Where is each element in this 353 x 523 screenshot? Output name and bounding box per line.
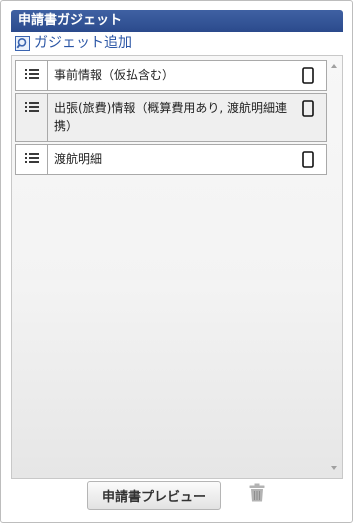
list-item-label: 事前情報（仮払含む） <box>54 68 175 82</box>
panel-header: 申請書ガジェット <box>11 10 343 32</box>
mobile-phone-icon <box>302 151 314 168</box>
list-item-label: 出張(旅費)情報（概算費用あり, 渡航明細連携） <box>54 101 287 133</box>
add-gadget-label: ガジェット追加 <box>34 35 132 51</box>
gadget-list: 事前情報（仮払含む） 出張(旅費)情報（概算費用あり, 渡航明細連携） 渡航明細 <box>15 60 327 177</box>
panel-title: 申請書ガジェット <box>18 13 123 28</box>
drag-handle-icon[interactable] <box>16 145 48 174</box>
list-item[interactable]: 出張(旅費)情報（概算費用あり, 渡航明細連携） <box>15 93 327 142</box>
gadget-editor-frame: 申請書ガジェット ガジェット追加 事前情報（仮払含む） 出張(旅費)情報（概算費… <box>0 0 353 523</box>
scroll-up-arrow-icon[interactable] <box>331 64 337 68</box>
search-icon <box>15 35 30 51</box>
drag-handle-icon[interactable] <box>16 94 48 141</box>
drag-handle-icon[interactable] <box>16 61 48 90</box>
scroll-down-arrow-icon[interactable] <box>331 466 337 470</box>
preview-button[interactable]: 申請書プレビュー <box>87 481 221 510</box>
list-item-label: 渡航明細 <box>54 152 103 166</box>
add-gadget-link[interactable]: ガジェット追加 <box>15 34 132 52</box>
mobile-phone-icon <box>302 67 314 84</box>
list-item[interactable]: 事前情報（仮払含む） <box>15 60 327 91</box>
mobile-phone-icon <box>302 100 314 117</box>
gadget-list-panel: 事前情報（仮払含む） 出張(旅費)情報（概算費用あり, 渡航明細連携） 渡航明細 <box>11 55 343 479</box>
list-item[interactable]: 渡航明細 <box>15 144 327 175</box>
trash-icon[interactable] <box>249 483 265 502</box>
list-scrollbar[interactable] <box>329 60 340 474</box>
